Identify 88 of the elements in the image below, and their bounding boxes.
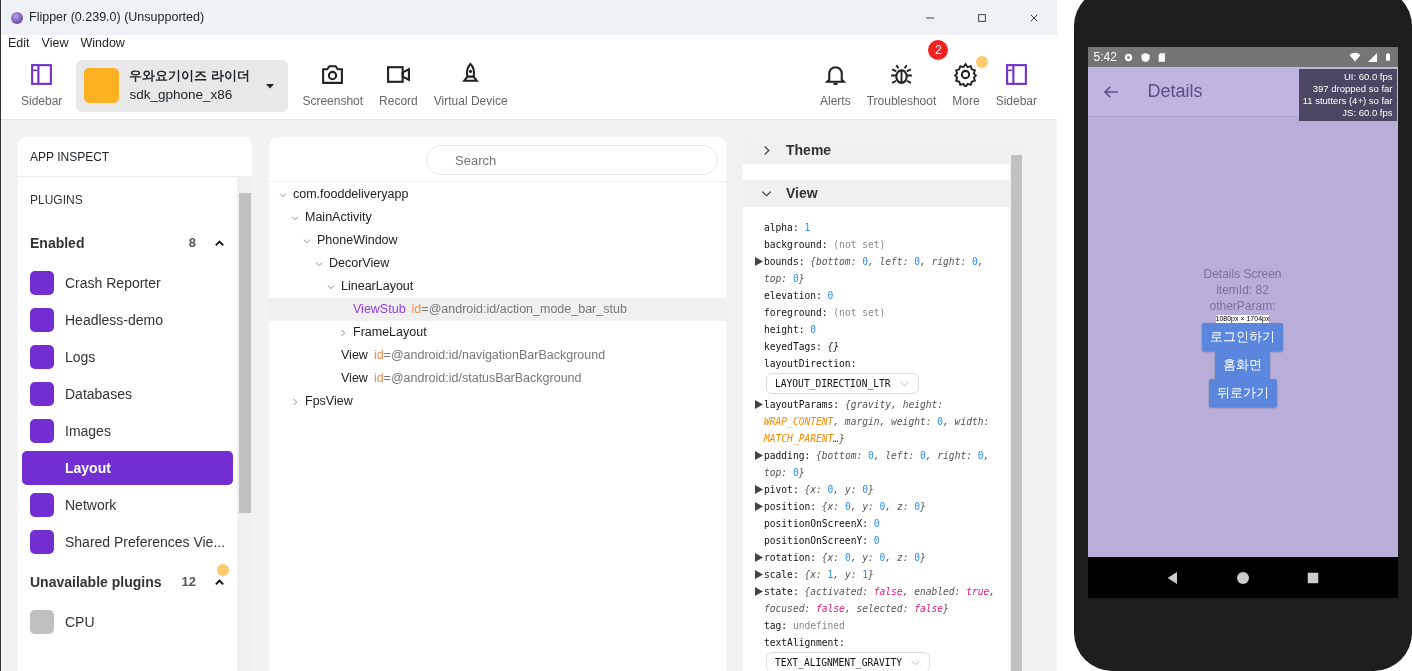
chevron-up-icon	[214, 237, 225, 249]
search-field[interactable]: Search	[426, 145, 718, 175]
settings-icon	[953, 61, 979, 87]
screen-title: Details	[1147, 80, 1203, 103]
property-row: layoutParams: {gravity, height: WRAP_CONTENT, margin, weight: 0, width: MATCH_PARENT…}	[743, 396, 1010, 447]
plugin-item[interactable]: Layout	[22, 451, 233, 485]
section-label: PLUGINS	[30, 193, 83, 207]
property-row: position: {x: 0, y: 0, z: 0}	[743, 498, 1010, 515]
property-row-text: tag: undefined	[763, 619, 846, 633]
toolbar-button[interactable]: More	[944, 61, 988, 110]
plugin-group-header[interactable]: Unavailable plugins 12	[18, 562, 237, 602]
wifi-icon	[1348, 51, 1361, 63]
property-row-text: foreground: (not set)	[763, 306, 887, 320]
tree-row[interactable]: PhoneWindow	[269, 229, 726, 252]
property-row-text: keyedTags: {}	[763, 340, 841, 354]
menu-item[interactable]: View	[41, 34, 69, 53]
plugin-item[interactable]: Crash Reporter	[22, 266, 233, 300]
tree-row[interactable]: FpsView	[269, 390, 726, 413]
tree-row[interactable]: MainActivity	[269, 206, 726, 229]
sidebar-icon	[1003, 61, 1029, 87]
property-row-text: positionOnScreenX: 0	[763, 517, 881, 531]
device-selector[interactable]: 우와요기이즈 라이더 sdk_gphone_x86	[76, 59, 289, 112]
toolbar-button[interactable]: Troubleshoot	[858, 61, 945, 110]
property-row-text: elevation: 0	[763, 289, 835, 303]
plugin-group-header[interactable]: Enabled 8	[18, 223, 237, 263]
property-row: state: {activated: false, enabled: true, focused: false, selected: false}	[743, 583, 1010, 617]
property-row: rotation: {x: 0, y: 0, z: 0}	[743, 549, 1010, 566]
battery-icon	[1383, 51, 1392, 63]
sidebar-icon	[29, 61, 55, 87]
menu-item[interactable]: Edit	[8, 34, 30, 53]
fps-overlay: UI: 60.0 fps 397 dropped so far 11 stutters (4+) so far JS: 60.0 fps	[1298, 69, 1397, 121]
settings-icon	[1122, 51, 1134, 63]
property-row: bounds: {bottom: 0, left: 0, right: 0, top: 0}	[743, 253, 1010, 287]
scrollbar[interactable]	[237, 177, 252, 671]
info-text: itemId: 82	[1216, 282, 1269, 298]
tree-row[interactable]: View id=@android:id/statusBarBackground	[269, 367, 726, 390]
toolbar-button[interactable]: Alerts	[812, 61, 859, 110]
scrollbar[interactable]	[1010, 137, 1023, 671]
property-row-text: background: (not set)	[763, 238, 887, 252]
device-icon	[84, 68, 120, 103]
app-button[interactable]: 홈화면	[1215, 351, 1270, 379]
info-text: Details Screen	[1203, 266, 1282, 282]
panel-title: APP INSPECT	[30, 148, 110, 166]
property-row-text: alpha: 1	[763, 221, 812, 235]
plugin-item[interactable]: Images	[22, 414, 233, 448]
tree-row[interactable]: FrameLayout	[269, 321, 726, 344]
plugin-item[interactable]: Databases	[22, 377, 233, 411]
app-logo-icon	[11, 11, 23, 24]
app-button[interactable]: 뒤로가기	[1208, 379, 1277, 407]
signal-icon	[1366, 51, 1378, 63]
property-row: pivot: {x: 0, y: 0}	[743, 481, 1010, 498]
tree-row[interactable]: View id=@android:id/navigationBarBackground	[269, 344, 726, 367]
sd-card-icon	[1156, 51, 1167, 63]
section-header[interactable]: Theme	[743, 137, 1010, 164]
clock: 5:42	[1093, 49, 1117, 66]
device-model: sdk_gphone_x86	[129, 86, 234, 105]
tree-row[interactable]: ViewStub id=@android:id/action_mode_bar_stub	[269, 298, 726, 321]
property-row-text: height: 0	[763, 323, 817, 337]
plugin-item[interactable]: Headless-demo	[22, 303, 233, 337]
info-text: otherParam:	[1209, 298, 1276, 314]
property-row: scale: {x: 1, y: 1}	[743, 566, 1010, 583]
app-button[interactable]: 로그인하기	[1202, 323, 1283, 351]
property-row-text: positionOnScreenY: 0	[763, 534, 881, 548]
device-name: 우와요기이즈 라이더	[129, 66, 250, 85]
select-field[interactable]: TEXT_ALIGNMENT_GRAVITY	[766, 652, 931, 671]
status-dot	[217, 564, 229, 576]
home-icon[interactable]	[1235, 569, 1252, 586]
plugin-item[interactable]: Network	[22, 488, 233, 522]
toolbar-button[interactable]: Record	[371, 61, 426, 110]
tree-row[interactable]: com.fooddeliveryapp	[269, 183, 726, 206]
toolbar-button[interactable]: Sidebar	[987, 61, 1045, 110]
property-row: padding: {bottom: 0, left: 0, right: 0, top: 0}	[743, 447, 1010, 481]
toolbar-button[interactable]: Sidebar	[13, 61, 71, 110]
tree-row[interactable]: DecorView	[269, 252, 726, 275]
toolbar-button[interactable]: Screenshot	[294, 61, 372, 110]
chevron-up-icon	[214, 576, 225, 588]
plugin-item[interactable]: Logs	[22, 340, 233, 374]
shield-icon	[1139, 51, 1151, 63]
plugin-item[interactable]: CPU	[22, 605, 233, 639]
select-field[interactable]: LAYOUT_DIRECTION_LTR	[766, 373, 919, 394]
plugin-item[interactable]: Shared Preferences Vie...	[22, 525, 233, 559]
recents-icon[interactable]	[1306, 570, 1321, 585]
section-header[interactable]: View	[743, 180, 1010, 207]
tree-row[interactable]: LinearLayout	[269, 275, 726, 298]
toolbar-button[interactable]: Virtual Device	[425, 61, 516, 110]
menu-item[interactable]: Window	[80, 34, 125, 53]
property-row: textAlignment: TEXT_ALIGNMENT_GRAVITY	[743, 634, 1010, 671]
window-title: Flipper (0.239.0) (Unsupported)	[29, 9, 205, 27]
